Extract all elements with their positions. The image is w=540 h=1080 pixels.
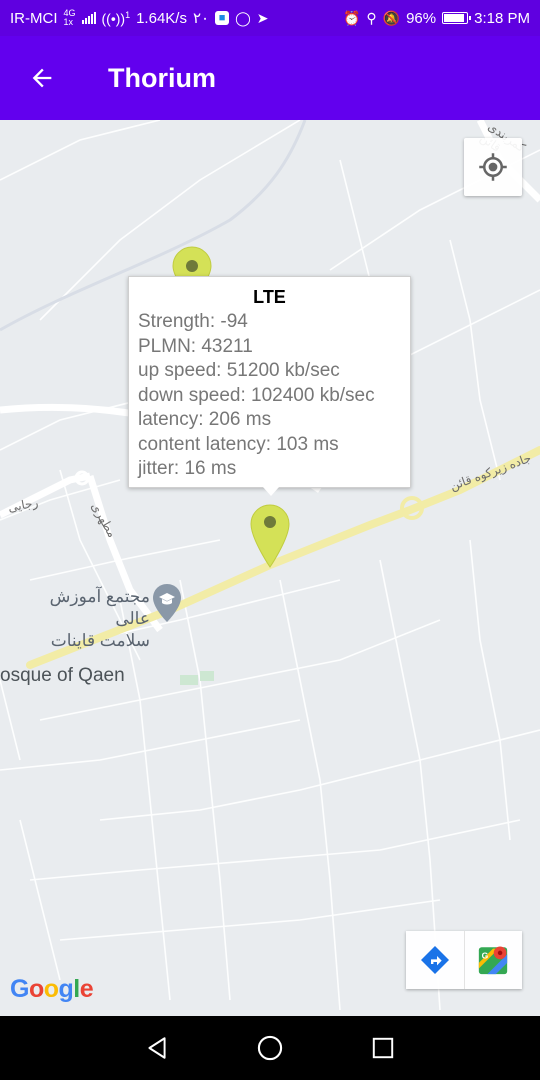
info-down-speed: down speed: 102400 kb/sec xyxy=(138,384,375,406)
carrier-label: IR-MCI xyxy=(10,9,58,27)
info-strength: Strength: -94 xyxy=(138,311,248,332)
alarm-icon: ⏰ xyxy=(342,10,361,26)
map-pin-icon xyxy=(250,504,290,568)
info-jitter: jitter: 16 ms xyxy=(138,458,237,479)
my-location-button[interactable] xyxy=(464,138,522,196)
google-maps-icon: G xyxy=(479,946,508,975)
network-type-badge: 4G 1x xyxy=(63,8,76,27)
triangle-back-icon xyxy=(148,1037,166,1059)
navigation-bar xyxy=(0,1016,540,1080)
google-logo: Google xyxy=(10,975,94,1003)
square-recents-icon xyxy=(373,1037,394,1059)
clock: 3:18 PM xyxy=(474,9,530,27)
info-up-speed: up speed: 51200 kb/sec xyxy=(138,360,340,381)
network-speed: 1.64K/s xyxy=(136,9,187,27)
info-plmn: PLMN: 43211 xyxy=(138,335,253,357)
info-window-title: LTE xyxy=(253,287,286,307)
battery-percent: 96% xyxy=(406,9,437,27)
page-title: Thorium xyxy=(108,62,216,93)
poi-education-marker[interactable] xyxy=(152,583,182,628)
map-toolbar: G xyxy=(406,931,522,989)
status-bar: IR-MCI 4G 1x ((•))1 1.64K/s ۲۰ ■ ◯ ➤ ⏰ ⚲… xyxy=(0,0,540,36)
nav-back-button[interactable] xyxy=(127,1016,187,1080)
poi-label: مجتمع آموزش عالی سلامت قاینات xyxy=(49,587,150,650)
mosque-label: osque of Qaen xyxy=(0,665,125,686)
svg-text:G: G xyxy=(482,951,489,961)
status-bar-left: IR-MCI 4G 1x ((•))1 1.64K/s ۲۰ ■ ◯ ➤ xyxy=(10,8,269,28)
telegram-icon: ➤ xyxy=(256,10,269,26)
back-button[interactable] xyxy=(0,36,84,120)
date-digits: ۲۰ xyxy=(192,10,210,27)
signal-icon xyxy=(81,12,96,24)
graduation-cap-pin-icon xyxy=(153,584,181,622)
marker-info-window[interactable]: LTE Strength: -94 PLMN: 43211 up speed: … xyxy=(128,276,411,496)
map-view[interactable]: جاده زیرکوه قائن رجایی مطهری کمربندی قائ… xyxy=(0,120,540,1016)
battery-icon xyxy=(442,12,472,24)
directions-icon xyxy=(420,946,449,974)
bell-off-icon: 🔕 xyxy=(382,10,401,26)
location-pin-icon: ⚲ xyxy=(366,10,377,26)
whatsapp-icon: ◯ xyxy=(235,10,251,26)
info-content-latency: content latency: 103 ms xyxy=(138,433,339,455)
info-latency: latency: 206 ms xyxy=(138,409,272,430)
open-in-maps-button[interactable]: G xyxy=(463,931,523,989)
hotspot-icon: ((•))1 xyxy=(101,9,131,27)
shield-app-icon: ■ xyxy=(215,11,230,25)
arrow-left-icon xyxy=(32,68,52,88)
nav-home-button[interactable] xyxy=(240,1016,300,1080)
status-bar-right: ⏰ ⚲ 🔕 96% 3:18 PM xyxy=(343,10,530,27)
crosshair-icon xyxy=(479,153,507,181)
directions-button[interactable] xyxy=(406,931,464,989)
app-bar: Thorium xyxy=(0,36,540,120)
cell-marker-selected[interactable] xyxy=(250,504,290,573)
nav-recents-button[interactable] xyxy=(353,1016,413,1080)
battery-level-fill xyxy=(444,14,465,22)
circle-home-icon xyxy=(257,1035,283,1061)
